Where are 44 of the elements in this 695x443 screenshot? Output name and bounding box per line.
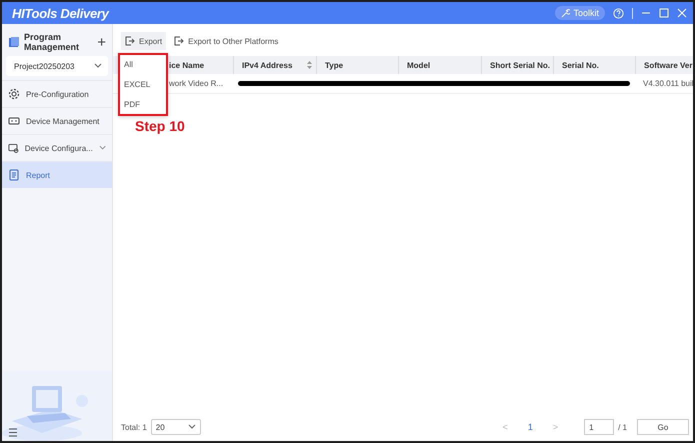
export-button[interactable]: Export to Other Platforms [170, 32, 282, 50]
project-select[interactable]: Project20250203 [6, 56, 108, 76]
device-settings-icon [8, 142, 19, 154]
nav-item[interactable]: Pre-Configuration [2, 80, 112, 107]
close-icon[interactable] [677, 8, 687, 18]
column-header: Software Ver [644, 60, 692, 70]
go-button[interactable]: Go [637, 419, 689, 435]
report-icon [8, 169, 20, 181]
column-header: Type [325, 60, 344, 70]
gear-icon [8, 88, 20, 100]
export-button[interactable]: Export [121, 32, 166, 50]
menu-item[interactable]: PDF [120, 94, 166, 114]
section-title: Program Management [24, 32, 80, 52]
sort-icon[interactable] [307, 61, 312, 69]
menu-icon[interactable] [8, 428, 18, 437]
export-icon [125, 36, 135, 46]
page-number[interactable]: 1 [520, 422, 541, 432]
add-button[interactable]: + [97, 34, 106, 50]
device-icon [8, 115, 20, 127]
page-input[interactable]: 1 [584, 419, 614, 435]
export-icon [174, 36, 184, 46]
maximize-icon[interactable] [659, 8, 669, 18]
wrench-icon [561, 8, 570, 18]
column-header: Model [407, 60, 430, 70]
column-header: Short Serial No. [490, 60, 550, 70]
folder-icon [8, 36, 20, 48]
chevron-down-icon [94, 63, 102, 69]
nav-item[interactable]: Device Management [2, 107, 112, 134]
page-size-select[interactable]: 20 [150, 419, 201, 435]
total-count: Total: 1 [121, 422, 147, 432]
table-cell: V4.30.011 buil [643, 79, 693, 88]
app-title: HITools Delivery [12, 6, 109, 20]
table-cell: work Video R... [169, 79, 224, 88]
help-icon[interactable] [613, 8, 624, 18]
column-header: Serial No. [562, 60, 599, 70]
chevron-down-icon [98, 145, 106, 151]
menu-item[interactable]: EXCEL [120, 74, 166, 94]
step-label: Step 10 [135, 118, 185, 134]
page-count: / 1 [618, 422, 627, 432]
column-header: ice Name [169, 60, 204, 70]
chevron-down-icon [188, 424, 196, 430]
menu-item[interactable]: All [120, 55, 166, 75]
nav-item[interactable]: Report [2, 161, 112, 188]
column-header: IPv4 Address [242, 60, 292, 70]
